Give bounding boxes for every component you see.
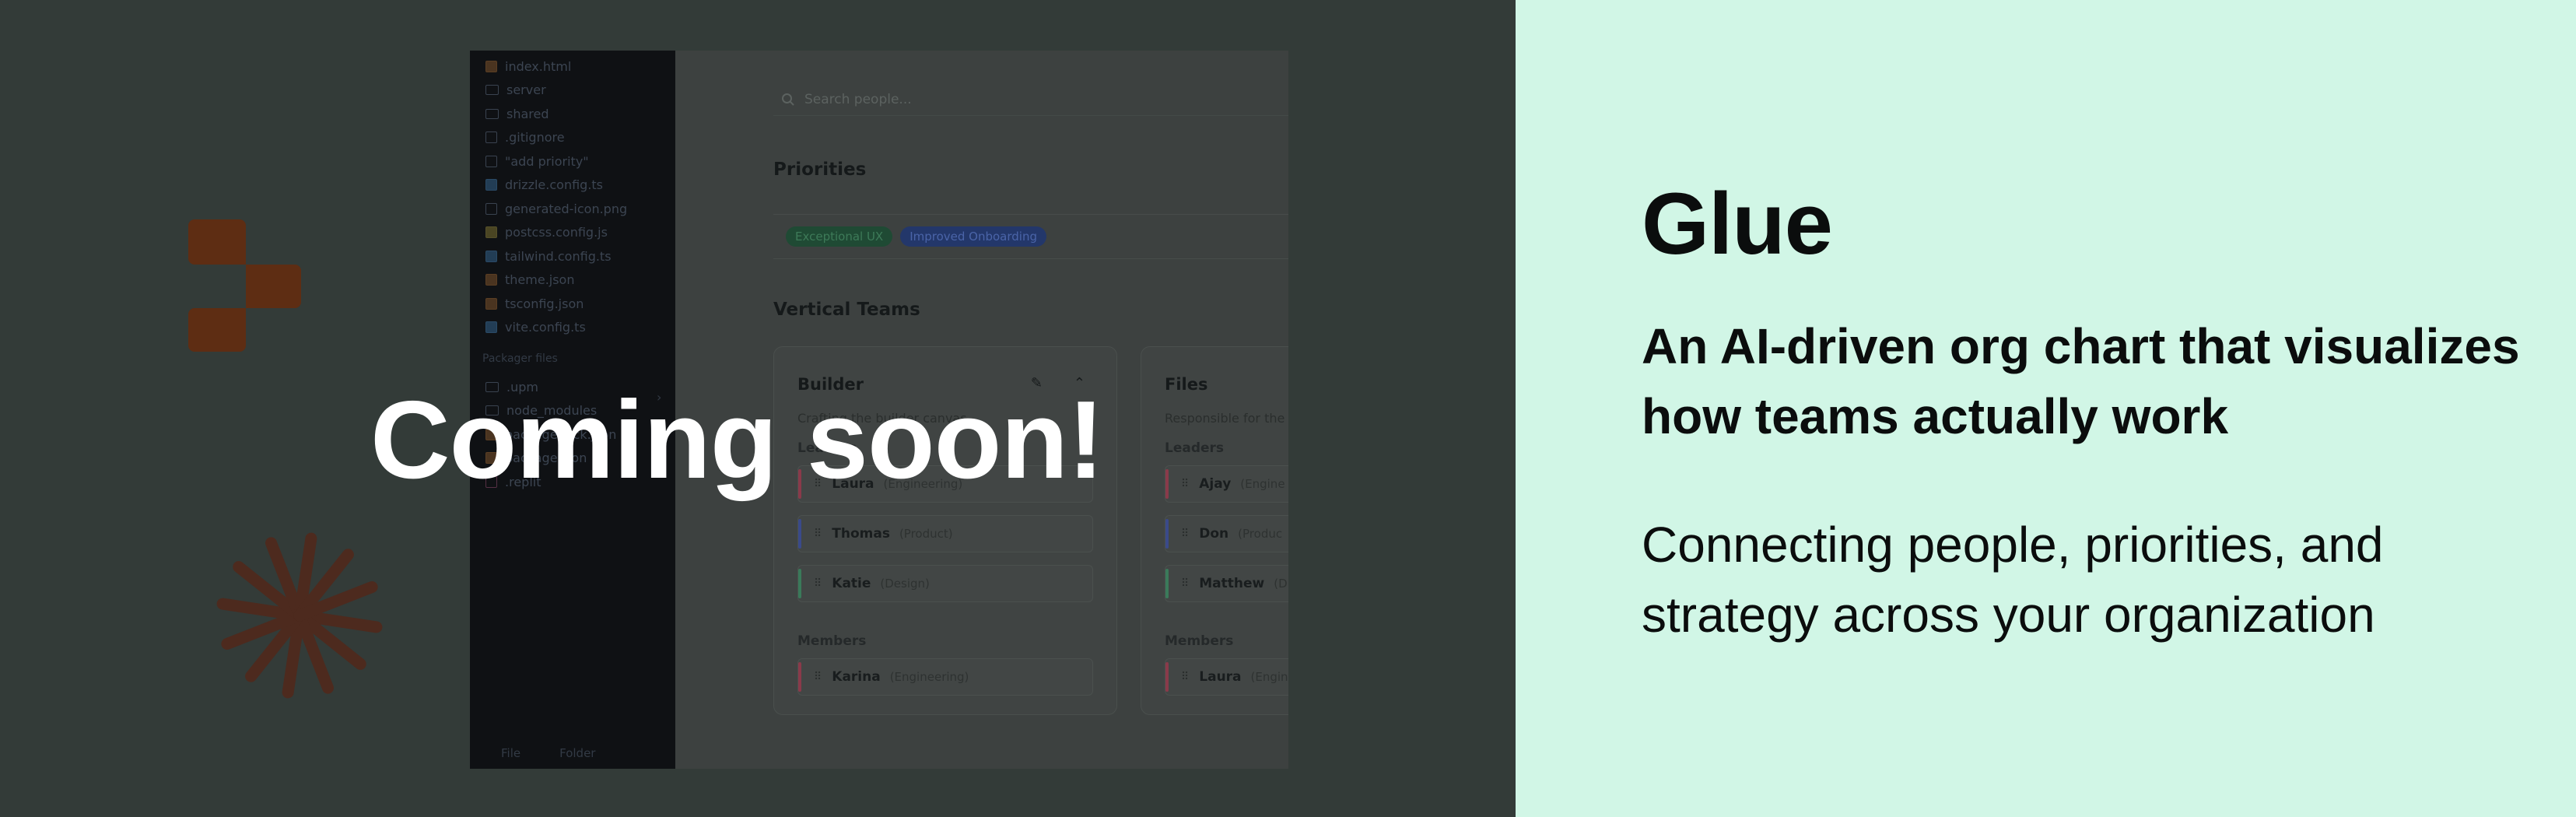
file-name: "add priority": [505, 153, 589, 169]
person-name: Thomas: [832, 526, 890, 542]
role-accent: [1165, 469, 1169, 499]
product-tagline: An AI-driven org chart that visualizes h…: [1642, 318, 2520, 444]
person-row[interactable]: ⠿ Katie (Design): [797, 565, 1093, 602]
file-tree-item[interactable]: vite.config.ts: [485, 317, 586, 338]
file-name: tsconfig.json: [505, 296, 584, 311]
file-tree-item[interactable]: drizzle.config.ts: [485, 174, 603, 196]
drag-handle-icon[interactable]: ⠿: [814, 671, 822, 683]
image-file-icon: [485, 202, 497, 215]
file-name: server: [506, 82, 546, 97]
json-file-icon: [485, 297, 497, 310]
person-row[interactable]: ⠿ Laura (Engin: [1165, 658, 1288, 696]
file-icon: [485, 131, 497, 143]
file-name: drizzle.config.ts: [505, 177, 604, 192]
role-accent: [1165, 519, 1169, 549]
file-name: index.html: [505, 58, 572, 74]
file-name: postcss.config.js: [505, 225, 608, 240]
file-name: tailwind.config.ts: [505, 248, 612, 264]
person-name: Karina: [832, 669, 881, 685]
new-file-button[interactable]: File: [501, 746, 520, 760]
priorities-title: Priorities: [773, 160, 867, 180]
folder-icon: [485, 108, 499, 119]
file-tree-item[interactable]: tsconfig.json: [485, 293, 584, 314]
file-tree-item[interactable]: postcss.config.js: [485, 222, 608, 244]
file-tree-item[interactable]: index.html: [485, 55, 571, 77]
person-name: Ajay: [1199, 476, 1232, 492]
file-name: .gitignore: [505, 130, 565, 145]
search-icon: [782, 93, 794, 106]
role-accent: [1165, 662, 1169, 692]
role-accent: [798, 519, 801, 549]
ts-file-icon: [485, 179, 497, 191]
person-name: Laura: [1199, 669, 1242, 685]
vertical-teams-title: Vertical Teams: [773, 300, 920, 320]
file-tree-item[interactable]: tailwind.config.ts: [485, 245, 612, 267]
priority-pill[interactable]: Improved Onboarding: [900, 226, 1046, 247]
file-name: vite.config.ts: [505, 320, 586, 335]
file-icon: [485, 155, 497, 167]
file-name: generated-icon.png: [505, 201, 628, 216]
person-role: (Produc: [1238, 527, 1283, 541]
drag-handle-icon[interactable]: ⠿: [1181, 478, 1190, 490]
person-role: (Product): [899, 527, 953, 541]
packager-files-label: Packager files: [482, 352, 558, 365]
leaders-label: Leaders: [1165, 440, 1225, 456]
file-name: theme.json: [505, 272, 575, 287]
role-accent: [798, 569, 801, 598]
ts-file-icon: [485, 250, 497, 262]
priorities-list: Exceptional UX Improved Onboarding: [773, 214, 1288, 259]
members-label: Members: [1165, 633, 1234, 649]
role-accent: [798, 662, 801, 692]
person-name: Matthew: [1199, 576, 1265, 591]
file-tree-item[interactable]: theme.json: [485, 269, 574, 291]
new-folder-button[interactable]: Folder: [559, 746, 595, 760]
file-tree-item[interactable]: generated-icon.png: [485, 198, 627, 219]
product-subtitle: Connecting people, priorities, and strat…: [1642, 517, 2384, 643]
person-role: (Engineering): [889, 670, 969, 684]
html-file-icon: [485, 60, 497, 72]
ts-file-icon: [485, 321, 497, 333]
file-tree-item[interactable]: shared: [485, 103, 549, 124]
person-role: (Design): [880, 577, 930, 591]
drag-handle-icon[interactable]: ⠿: [814, 577, 822, 590]
search-input[interactable]: Search people...: [773, 83, 1288, 116]
file-tree-item[interactable]: .gitignore: [485, 127, 565, 149]
folder-icon: [485, 85, 499, 95]
replit-logo-icon: [188, 219, 301, 352]
person-role: (D: [1274, 577, 1288, 591]
person-row[interactable]: ⠿ Thomas (Product): [797, 515, 1093, 552]
person-row[interactable]: ⠿ Matthew (D: [1165, 565, 1288, 602]
person-row[interactable]: ⠿ Don (Produc: [1165, 515, 1288, 552]
team-name: Files: [1165, 375, 1208, 394]
members-label: Members: [797, 633, 867, 649]
file-tree-item[interactable]: "add priority": [485, 150, 589, 172]
coming-soon-headline: Coming soon!: [370, 378, 1104, 502]
product-name: Glue: [1642, 175, 1833, 272]
file-tree-item[interactable]: server: [485, 79, 546, 101]
preview-panel: index.html server shared .gitignore "add pri…: [0, 0, 1516, 817]
search-placeholder: Search people...: [804, 91, 912, 107]
js-file-icon: [485, 226, 497, 238]
person-name: Katie: [832, 576, 871, 591]
file-name: shared: [506, 106, 549, 121]
person-role: (Engine: [1240, 477, 1285, 491]
person-role: (Engin: [1250, 670, 1288, 684]
drag-handle-icon[interactable]: ⠿: [814, 528, 822, 540]
person-row[interactable]: ⠿ Karina (Engineering): [797, 658, 1093, 696]
role-accent: [1165, 569, 1169, 598]
drag-handle-icon[interactable]: ⠿: [1181, 671, 1190, 683]
burst-icon: [216, 532, 383, 699]
team-description: Responsible for the: [1165, 411, 1285, 426]
person-name: Don: [1199, 526, 1229, 542]
team-card-files[interactable]: Files Responsible for the Leaders ⠿ Ajay (…: [1141, 346, 1288, 715]
json-file-icon: [485, 274, 497, 286]
priority-pill[interactable]: Exceptional UX: [786, 226, 893, 247]
drag-handle-icon[interactable]: ⠿: [1181, 528, 1190, 540]
person-row[interactable]: ⠿ Ajay (Engine: [1165, 465, 1288, 503]
sidebar-footer: File Folder: [470, 738, 675, 769]
drag-handle-icon[interactable]: ⠿: [1181, 577, 1190, 590]
